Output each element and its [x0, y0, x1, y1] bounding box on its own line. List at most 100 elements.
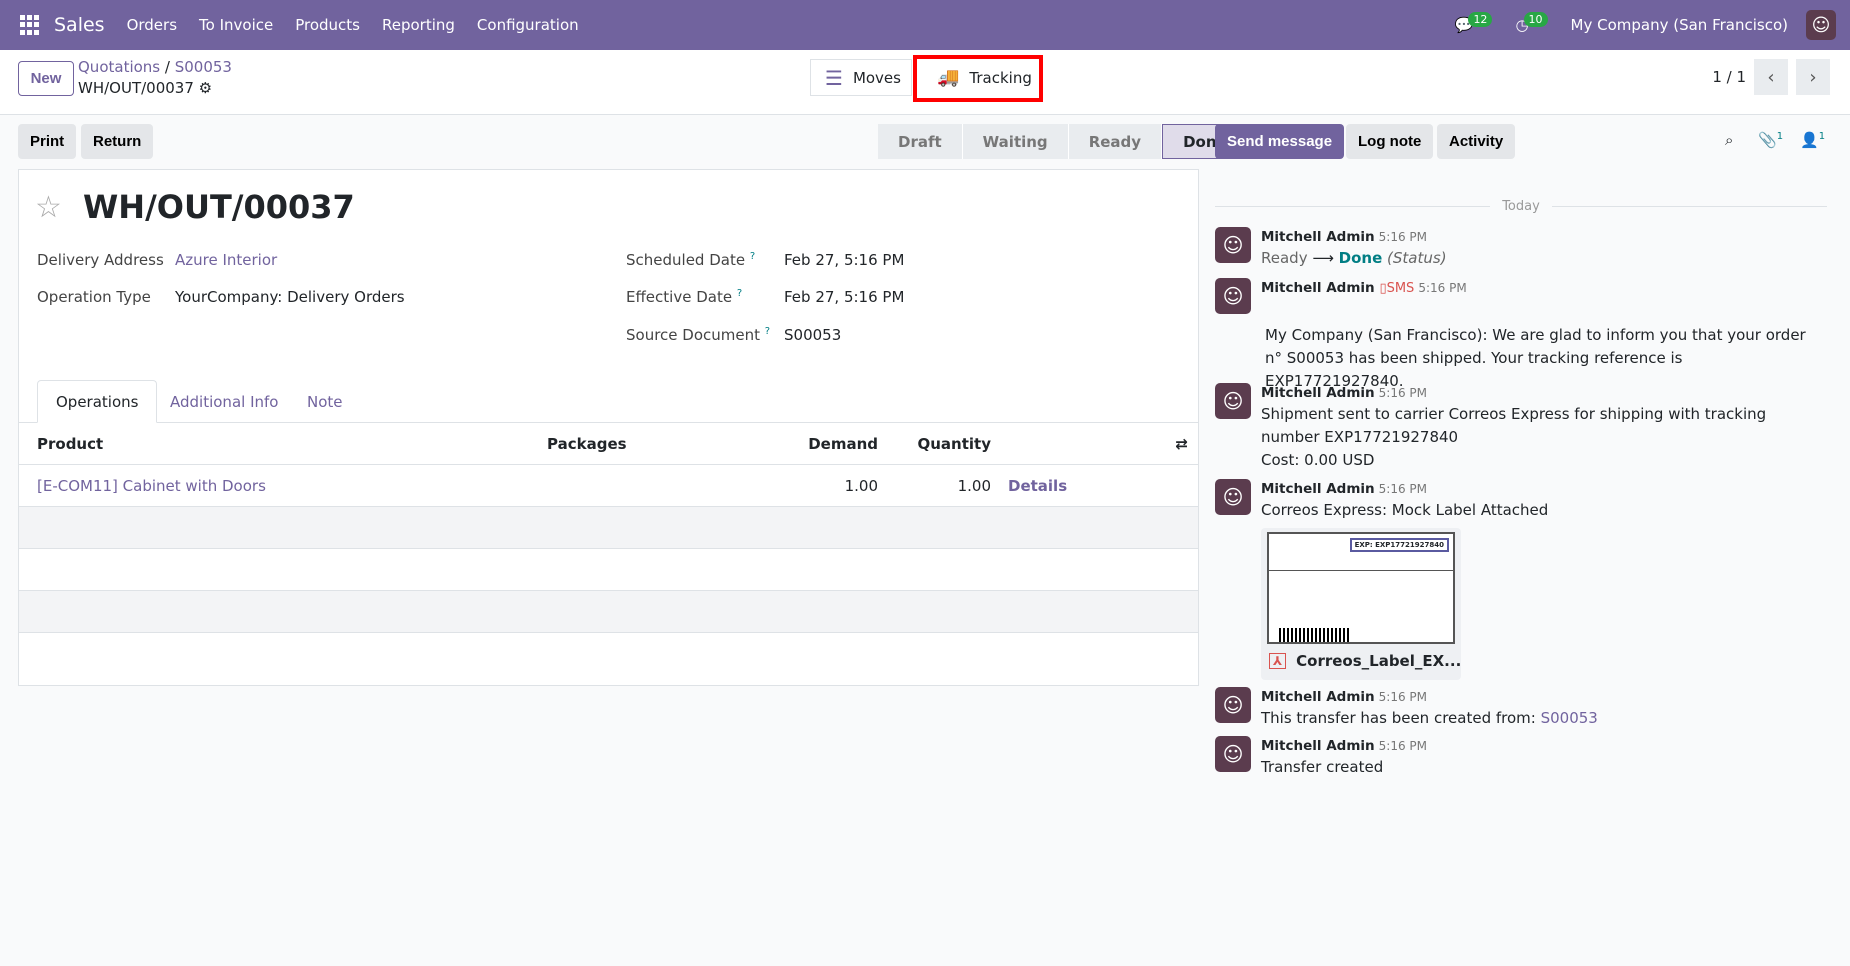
- app-name[interactable]: Sales: [54, 14, 105, 36]
- avatar[interactable]: ☺: [1215, 736, 1251, 772]
- new-value: Done: [1338, 249, 1383, 267]
- column-packages[interactable]: Packages: [547, 435, 627, 453]
- details-button[interactable]: Details: [1008, 477, 1067, 495]
- menu-to-invoice[interactable]: To Invoice: [199, 16, 273, 34]
- help-icon[interactable]: ?: [765, 326, 770, 337]
- chevron-left-icon[interactable]: ‹: [1754, 59, 1788, 95]
- return-button[interactable]: Return: [81, 124, 154, 159]
- effective-date-label: Effective Date: [626, 288, 733, 306]
- label-tracking-ref: EXP: EXP17721927840: [1349, 538, 1449, 552]
- messages-button[interactable]: 💬12: [1455, 12, 1498, 34]
- empty-row: [19, 507, 1198, 549]
- status-waiting[interactable]: Waiting: [962, 124, 1069, 159]
- author[interactable]: Mitchell Admin: [1261, 689, 1375, 705]
- pdf-icon: ⅄: [1269, 653, 1287, 669]
- column-quantity[interactable]: Quantity: [918, 435, 992, 453]
- timestamp: 5:16 PM: [1418, 281, 1467, 295]
- highlight-box: [913, 55, 1043, 102]
- avatar[interactable]: ☺: [1215, 278, 1251, 314]
- today-label: Today: [1502, 199, 1540, 214]
- author[interactable]: Mitchell Admin: [1261, 385, 1375, 401]
- empty-row: [19, 591, 1198, 633]
- scheduled-date-field[interactable]: Feb 27, 5:16 PM: [784, 251, 904, 269]
- menu-reporting[interactable]: Reporting: [382, 16, 455, 34]
- product-cell[interactable]: [E-COM11] Cabinet with Doors: [37, 477, 266, 495]
- status-ready[interactable]: Ready: [1068, 124, 1163, 159]
- avatar[interactable]: ☺: [1215, 479, 1251, 515]
- company-switcher[interactable]: My Company (San Francisco): [1571, 16, 1788, 34]
- date-separator: Today: [1215, 199, 1828, 214]
- menu-products[interactable]: Products: [295, 16, 360, 34]
- timestamp: 5:16 PM: [1378, 739, 1428, 753]
- pager: 1 / 1 ‹ ›: [1712, 59, 1830, 95]
- breadcrumb: Quotations / S00053 WH/OUT/00037 ⚙: [78, 58, 232, 97]
- user-avatar[interactable]: ☺: [1806, 10, 1836, 40]
- table-row[interactable]: [E-COM11] Cabinet with Doors 1.00 1.00 D…: [19, 465, 1198, 507]
- help-icon[interactable]: ?: [737, 288, 742, 299]
- author[interactable]: Mitchell Admin: [1261, 229, 1375, 245]
- avatar[interactable]: ☺: [1215, 687, 1251, 723]
- mobile-icon: ▯: [1379, 281, 1387, 296]
- field-name: (Status): [1387, 249, 1447, 267]
- status-draft[interactable]: Draft: [878, 124, 963, 159]
- source-document-label: Source Document: [626, 326, 760, 344]
- breadcrumb-current: WH/OUT/00037: [78, 79, 194, 97]
- source-link[interactable]: S00053: [1541, 709, 1598, 727]
- timestamp: 5:16 PM: [1378, 386, 1428, 400]
- message-text: Correos Express: Mock Label Attached: [1261, 501, 1549, 519]
- timestamp: 5:16 PM: [1378, 230, 1428, 244]
- attachments-button[interactable]: 📎1: [1758, 131, 1783, 149]
- form-tabs: Operations Additional Info Note: [19, 380, 1198, 423]
- activity-button[interactable]: Activity: [1437, 124, 1516, 159]
- pager-value[interactable]: 1 / 1: [1712, 68, 1746, 86]
- source-document-field[interactable]: S00053: [784, 326, 841, 344]
- column-demand[interactable]: Demand: [808, 435, 878, 453]
- attachment-name[interactable]: Correos_Label_EX...: [1296, 652, 1461, 670]
- breadcrumb-order[interactable]: S00053: [175, 58, 232, 76]
- moves-label: Moves: [852, 68, 901, 87]
- demand-cell: 1.00: [844, 477, 878, 495]
- operation-type-field[interactable]: YourCompany: Delivery Orders: [175, 288, 405, 306]
- message-text: Transfer created: [1261, 758, 1384, 776]
- avatar[interactable]: ☺: [1215, 383, 1251, 419]
- scheduled-date-label: Scheduled Date: [626, 251, 746, 269]
- quantity-cell[interactable]: 1.00: [958, 477, 991, 495]
- messages-badge: 12: [1468, 12, 1493, 27]
- new-button[interactable]: New: [18, 61, 74, 96]
- print-button[interactable]: Print: [18, 124, 77, 159]
- tab-operations[interactable]: Operations: [37, 380, 158, 423]
- operation-type-label: Operation Type: [37, 288, 151, 306]
- tab-note[interactable]: Note: [289, 380, 361, 423]
- delivery-address-field[interactable]: Azure Interior: [175, 251, 277, 269]
- chevron-right-icon[interactable]: ›: [1796, 59, 1830, 95]
- menu-configuration[interactable]: Configuration: [477, 16, 579, 34]
- author[interactable]: Mitchell Admin: [1261, 280, 1375, 296]
- send-message-button[interactable]: Send message: [1215, 124, 1345, 159]
- help-icon[interactable]: ?: [750, 251, 755, 262]
- star-icon[interactable]: ☆: [35, 190, 62, 225]
- author[interactable]: Mitchell Admin: [1261, 481, 1375, 497]
- search-icon[interactable]: ⌕: [1725, 131, 1733, 149]
- followers-button[interactable]: 👤1: [1800, 131, 1825, 149]
- tab-additional-info[interactable]: Additional Info: [152, 380, 296, 423]
- app-menu-icon[interactable]: [20, 15, 40, 35]
- optional-columns-icon[interactable]: ⇄: [1175, 435, 1188, 453]
- followers-count: 1: [1818, 131, 1826, 142]
- avatar[interactable]: ☺: [1215, 227, 1251, 263]
- timestamp: 5:16 PM: [1378, 482, 1428, 496]
- menu-orders[interactable]: Orders: [127, 16, 177, 34]
- attachment-card[interactable]: EXP: EXP17721927840 ⅄ Correos_Label_EX..…: [1261, 528, 1461, 680]
- author[interactable]: Mitchell Admin: [1261, 738, 1375, 754]
- activities-button[interactable]: ◷10: [1515, 12, 1552, 34]
- old-value: Ready: [1261, 249, 1308, 267]
- label-preview: EXP: EXP17721927840: [1267, 532, 1455, 644]
- gear-icon[interactable]: ⚙: [199, 79, 212, 97]
- column-product[interactable]: Product: [37, 435, 103, 453]
- log-note-button[interactable]: Log note: [1346, 124, 1434, 159]
- breadcrumb-quotations[interactable]: Quotations: [78, 58, 160, 76]
- cost-text: Cost: 0.00 USD: [1261, 451, 1375, 469]
- top-navbar: Sales Orders To Invoice Products Reporti…: [0, 0, 1850, 50]
- moves-smart-button[interactable]: ☰ Moves: [810, 59, 912, 96]
- effective-date-field: Feb 27, 5:16 PM: [784, 288, 905, 306]
- form-sheet: ☆ WH/OUT/00037 Delivery Address Azure In…: [18, 169, 1199, 686]
